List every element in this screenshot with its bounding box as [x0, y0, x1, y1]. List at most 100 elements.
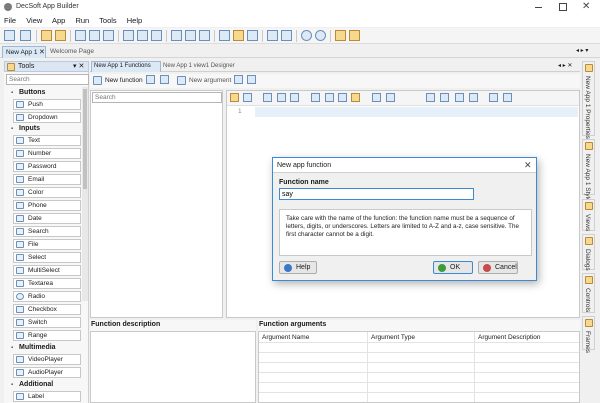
open-icon[interactable]	[230, 93, 239, 102]
tool-text[interactable]: Text	[13, 135, 81, 146]
document-icon[interactable]	[311, 93, 320, 102]
list-icon[interactable]	[277, 93, 286, 102]
edit-function-icon[interactable]	[146, 75, 155, 84]
side-tab-views[interactable]: Views	[582, 199, 595, 231]
tool-videoplayer[interactable]: VideoPlayer	[13, 354, 81, 365]
undo-icon[interactable]	[372, 93, 381, 102]
column-argument-description[interactable]: Argument Description	[478, 334, 541, 341]
side-tab-frames[interactable]: Frames	[582, 316, 595, 353]
tool-switch[interactable]: Switch	[13, 317, 81, 328]
dialog-icon[interactable]	[171, 30, 182, 41]
tabs-scroll-icon[interactable]: ◂ ▸ ▾	[576, 47, 588, 54]
export-icon[interactable]	[247, 30, 258, 41]
recent-folder-icon[interactable]	[55, 30, 66, 41]
menu-view[interactable]: View	[26, 16, 42, 25]
save-all-icon[interactable]	[103, 30, 114, 41]
editor-tabs-scroll-icon[interactable]: ◂ ▸ ✕	[558, 62, 572, 69]
close-window-button[interactable]: ✕	[582, 1, 594, 13]
tool-range[interactable]: Range	[13, 330, 81, 341]
panel-pin-icon[interactable]: ▾ ✕	[73, 62, 84, 70]
next-icon[interactable]	[469, 93, 478, 102]
open-app-icon[interactable]	[20, 30, 31, 41]
cancel-button[interactable]: Cancel	[478, 261, 518, 274]
replace-icon[interactable]	[440, 93, 449, 102]
find-icon[interactable]	[426, 93, 435, 102]
frame-add-icon[interactable]	[199, 30, 210, 41]
copy-icon[interactable]	[338, 93, 347, 102]
indent-icon[interactable]	[263, 93, 272, 102]
functions-search-input[interactable]	[92, 92, 222, 103]
menu-tools[interactable]: Tools	[99, 16, 117, 25]
edit-argument-icon[interactable]	[234, 75, 243, 84]
tool-radio[interactable]: Radio	[13, 291, 81, 302]
save-icon[interactable]	[75, 30, 86, 41]
view-add-icon[interactable]	[137, 30, 148, 41]
tab-welcome-page[interactable]: Welcome Page	[50, 48, 94, 55]
tool-checkbox[interactable]: Checkbox	[13, 304, 81, 315]
options-icon[interactable]	[281, 30, 292, 41]
column-argument-name[interactable]: Argument Name	[262, 334, 309, 341]
prev-icon[interactable]	[455, 93, 464, 102]
dialog-close-button[interactable]: ✕	[524, 160, 532, 171]
tool-color[interactable]: Color	[13, 187, 81, 198]
tool-search[interactable]: Search	[13, 226, 81, 237]
close-tab-icon[interactable]: ✕	[39, 48, 45, 56]
tools-icon[interactable]	[267, 30, 278, 41]
new-app-icon[interactable]	[4, 30, 15, 41]
delete-function-icon[interactable]	[160, 75, 169, 84]
cut-icon[interactable]	[325, 93, 334, 102]
build-icon[interactable]	[335, 30, 346, 41]
tab-new-app-1[interactable]: New App 1 ✕	[2, 46, 46, 58]
tool-multiselect[interactable]: MultiSelect	[13, 265, 81, 276]
side-tab-dialogs[interactable]: Dialogs	[582, 234, 595, 271]
tool-audioplayer[interactable]: AudioPlayer	[13, 367, 81, 378]
tool-password[interactable]: Password	[13, 161, 81, 172]
view-icon[interactable]	[151, 30, 162, 41]
tool-file[interactable]: File	[13, 239, 81, 250]
tool-email[interactable]: Email	[13, 174, 81, 185]
window-icon[interactable]	[123, 30, 134, 41]
delete-argument-icon[interactable]	[247, 75, 256, 84]
paste-icon[interactable]	[351, 93, 360, 102]
side-tab-style[interactable]: New App 1 Style	[582, 139, 595, 202]
web-icon[interactable]	[219, 30, 230, 41]
preview-icon[interactable]	[503, 93, 512, 102]
grid-icon[interactable]	[290, 93, 299, 102]
folder-icon[interactable]	[233, 30, 244, 41]
tool-dropdown[interactable]: Dropdown	[13, 112, 81, 123]
tools-search-input[interactable]	[6, 74, 89, 85]
side-tab-properties[interactable]: New App 1 Properties	[582, 61, 595, 139]
tool-label[interactable]: Label	[13, 391, 81, 402]
column-argument-type[interactable]: Argument Type	[371, 334, 415, 341]
maximize-button[interactable]	[559, 3, 567, 11]
tools-category-inputs[interactable]: Inputs	[10, 124, 86, 134]
menu-file[interactable]: File	[4, 16, 16, 25]
tab-functions[interactable]: New App 1 Functions	[91, 61, 161, 72]
tool-phone[interactable]: Phone	[13, 200, 81, 211]
tools-scrollbar[interactable]	[82, 87, 88, 301]
ok-button[interactable]: OK	[433, 261, 473, 274]
help-button[interactable]: Help	[279, 261, 317, 274]
stop-icon[interactable]	[315, 30, 326, 41]
menu-help[interactable]: Help	[127, 16, 142, 25]
tool-textarea[interactable]: Textarea	[13, 278, 81, 289]
tools-category-multimedia[interactable]: Multimedia	[10, 343, 86, 353]
frame-icon[interactable]	[185, 30, 196, 41]
tool-select[interactable]: Select	[13, 252, 81, 263]
save-code-icon[interactable]	[243, 93, 252, 102]
side-tab-controls[interactable]: Controls	[582, 273, 595, 313]
open-folder-icon[interactable]	[41, 30, 52, 41]
tool-push[interactable]: Push	[13, 99, 81, 110]
redo-icon[interactable]	[386, 93, 395, 102]
save-as-icon[interactable]	[89, 30, 100, 41]
tool-number[interactable]: Number	[13, 148, 81, 159]
run-icon[interactable]	[301, 30, 312, 41]
tool-date[interactable]: Date	[13, 213, 81, 224]
menu-app[interactable]: App	[52, 16, 65, 25]
deploy-icon[interactable]	[349, 30, 360, 41]
tools-category-additional[interactable]: Additional	[10, 380, 86, 390]
tab-designer[interactable]: New App 1 view1 Designer	[163, 63, 235, 69]
function-name-input[interactable]	[279, 188, 474, 200]
minimize-button[interactable]	[534, 3, 544, 11]
print-icon[interactable]	[489, 93, 498, 102]
